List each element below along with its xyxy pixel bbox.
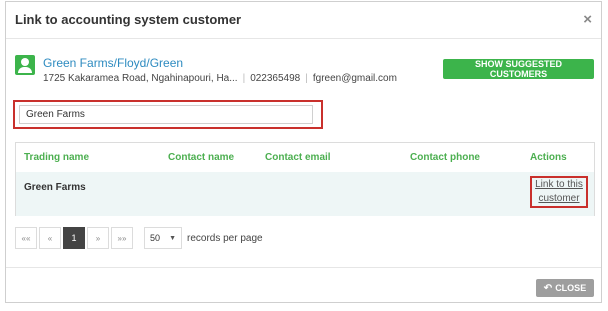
table-header: Trading name Contact name Contact email …: [16, 143, 594, 173]
user-icon: [15, 55, 35, 75]
next-page-button[interactable]: »: [87, 227, 109, 249]
pagination: «« « 1 » »»: [15, 227, 135, 249]
close-button-label: CLOSE: [555, 283, 587, 293]
header-contact-phone[interactable]: Contact phone: [410, 152, 480, 163]
customer-name[interactable]: Green Farms/Floyd/Green: [43, 56, 183, 70]
first-page-button[interactable]: ««: [15, 227, 37, 249]
customer-details: 1725 Kakaramea Road, Ngahinapouri, Ha...…: [43, 73, 397, 84]
per-page-control: 50 ▼ records per page: [144, 227, 263, 249]
show-suggested-customers-button[interactable]: SHOW SUGGESTED CUSTOMERS: [443, 59, 594, 79]
customer-email: fgreen@gmail.com: [312, 73, 397, 84]
cell-trading-name: Green Farms: [24, 182, 86, 193]
close-button[interactable]: ↶ CLOSE: [536, 279, 594, 297]
per-page-select[interactable]: 50 ▼: [144, 227, 182, 249]
header-actions: Actions: [530, 152, 567, 163]
customer-phone: 022365498: [250, 73, 301, 84]
link-to-customer-link[interactable]: Link to this customer: [532, 178, 586, 206]
table-row: Green Farms Link to this customer: [16, 172, 594, 216]
action-highlight: Link to this customer: [530, 176, 588, 208]
page-1-button[interactable]: 1: [63, 227, 85, 249]
header-trading-name[interactable]: Trading name: [24, 152, 89, 163]
close-icon[interactable]: ×: [583, 11, 592, 28]
search-input[interactable]: [19, 105, 313, 124]
customer-address: 1725 Kakaramea Road, Ngahinapouri, Ha...: [43, 73, 238, 84]
per-page-value: 50: [150, 233, 161, 243]
last-page-button[interactable]: »»: [111, 227, 133, 249]
footer-divider: [6, 267, 601, 268]
link-customer-dialog: Link to accounting system customer × Gre…: [5, 1, 602, 303]
header-contact-name[interactable]: Contact name: [168, 152, 234, 163]
undo-icon: ↶: [543, 282, 553, 294]
dialog-title: Link to accounting system customer: [15, 12, 242, 27]
customer-table: Trading name Contact name Contact email …: [15, 142, 595, 216]
dialog-header: Link to accounting system customer ×: [6, 2, 601, 39]
header-contact-email[interactable]: Contact email: [265, 152, 331, 163]
caret-down-icon: ▼: [169, 234, 176, 242]
prev-page-button[interactable]: «: [39, 227, 61, 249]
per-page-label: records per page: [187, 232, 263, 244]
search-highlight: [13, 100, 323, 129]
